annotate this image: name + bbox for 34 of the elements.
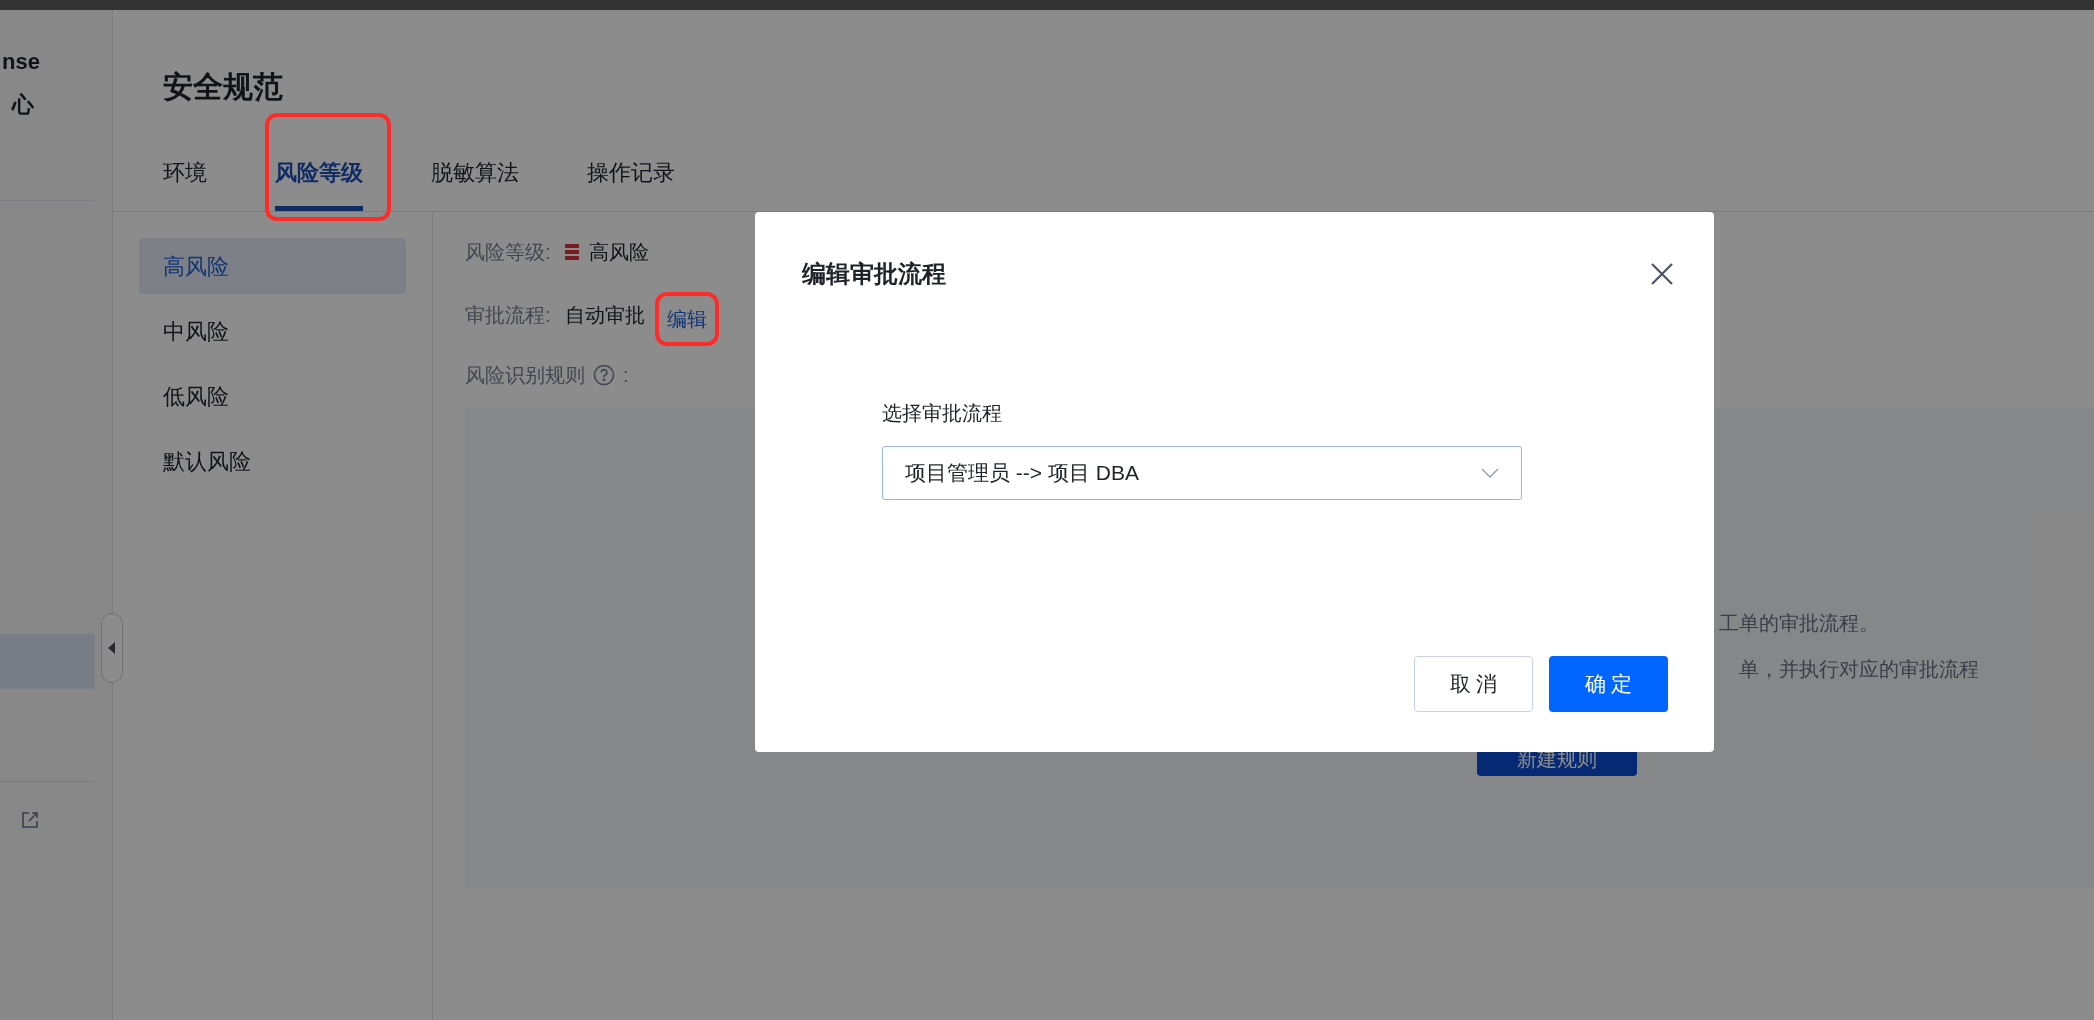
risk-level-item[interactable]: 中风险	[139, 303, 406, 359]
page-title: 安全规范	[163, 69, 284, 105]
dialog-title: 编辑审批流程	[802, 259, 946, 289]
risk-level-item[interactable]: 高风险	[139, 238, 406, 294]
risk-level-item[interactable]: 默认风险	[139, 433, 406, 489]
external-link-icon[interactable]	[20, 810, 40, 830]
field-label: 风险识别规则	[465, 363, 585, 388]
collapse-handle[interactable]	[101, 613, 123, 683]
confirm-button[interactable]: 确 定	[1549, 656, 1668, 712]
tab[interactable]: 脱敏算法	[431, 153, 519, 211]
tab[interactable]: 风险等级	[275, 153, 363, 211]
chevron-down-icon	[1481, 468, 1499, 478]
risk-level-item[interactable]: 低风险	[139, 368, 406, 424]
collapse-arrow-icon	[108, 642, 116, 654]
tab[interactable]: 操作记录	[587, 153, 675, 211]
hint-text: 工单的审批流程。	[1719, 611, 1880, 636]
sidebar-title-text: 心	[12, 91, 34, 119]
risk-level-icon	[564, 244, 579, 260]
edit-link[interactable]: 编辑	[666, 308, 707, 330]
colon-text: :	[623, 363, 629, 388]
tab[interactable]: 环境	[163, 153, 207, 211]
approval-flow-select[interactable]: 项目管理员 --> 项目 DBA	[882, 446, 1522, 500]
cancel-button[interactable]: 取 消	[1414, 656, 1533, 712]
sidebar-title-text: nse	[2, 48, 40, 76]
field-value: 高风险	[588, 240, 649, 265]
field-label: 风险等级:	[465, 240, 551, 265]
help-icon[interactable]	[593, 364, 615, 386]
field-label: 审批流程:	[465, 303, 551, 328]
close-icon[interactable]	[1650, 262, 1674, 286]
select-value: 项目管理员 --> 项目 DBA	[905, 460, 1139, 487]
field-label: 选择审批流程	[882, 401, 1002, 426]
link-annotation	[654, 292, 719, 346]
field-value: 自动审批	[564, 303, 645, 328]
hint-text: 单，并执行对应的审批流程	[1739, 657, 1979, 682]
